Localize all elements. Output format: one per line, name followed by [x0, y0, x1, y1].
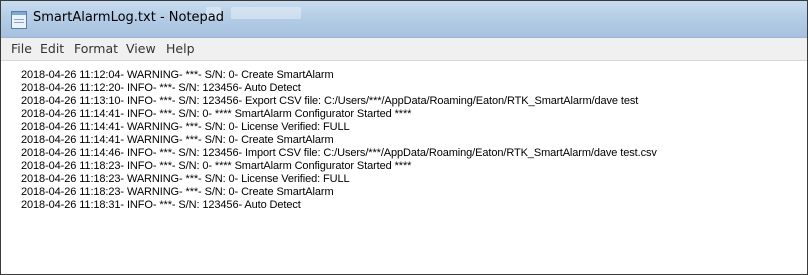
log-line: 2018-04-26 11:18:23- WARNING- ***- S/N: …: [21, 186, 334, 198]
log-line: 2018-04-26 11:14:41- WARNING- ***- S/N: …: [21, 134, 334, 146]
log-line: 2018-04-26 11:18:31- INFO- ***- S/N: 123…: [21, 199, 301, 211]
notepad-icon[interactable]: [11, 11, 27, 29]
log-line: 2018-04-26 11:13:10- INFO- ***- S/N: 123…: [21, 95, 639, 107]
log-line: 2018-04-26 11:12:20- INFO- ***- S/N: 123…: [21, 82, 301, 94]
menu-file[interactable]: File: [11, 41, 32, 56]
menu-format[interactable]: Format: [74, 41, 118, 56]
text-editor-area[interactable]: 2018-04-26 11:12:04- WARNING- ***- S/N: …: [1, 61, 807, 274]
menu-edit[interactable]: Edit: [40, 41, 64, 56]
log-line: 2018-04-26 11:14:41- INFO- ***- S/N: 0- …: [21, 108, 412, 120]
menu-view[interactable]: View: [126, 41, 156, 56]
notepad-window: SmartAlarmLog.txt - Notepad File Edit Fo…: [0, 0, 808, 275]
window-title: SmartAlarmLog.txt - Notepad: [33, 10, 225, 25]
title-bar[interactable]: SmartAlarmLog.txt - Notepad: [1, 1, 807, 38]
log-line: 2018-04-26 11:14:41- WARNING- ***- S/N: …: [21, 121, 350, 133]
background-ghost: [231, 7, 301, 19]
log-line: 2018-04-26 11:18:23- INFO- ***- S/N: 0- …: [21, 160, 412, 172]
log-line: 2018-04-26 11:14:46- INFO- ***- S/N: 123…: [21, 147, 657, 159]
menu-help[interactable]: Help: [166, 41, 195, 56]
log-line: 2018-04-26 11:12:04- WARNING- ***- S/N: …: [21, 69, 334, 81]
menu-bar: File Edit Format View Help: [1, 38, 807, 61]
log-line: 2018-04-26 11:18:23- WARNING- ***- S/N: …: [21, 173, 350, 185]
